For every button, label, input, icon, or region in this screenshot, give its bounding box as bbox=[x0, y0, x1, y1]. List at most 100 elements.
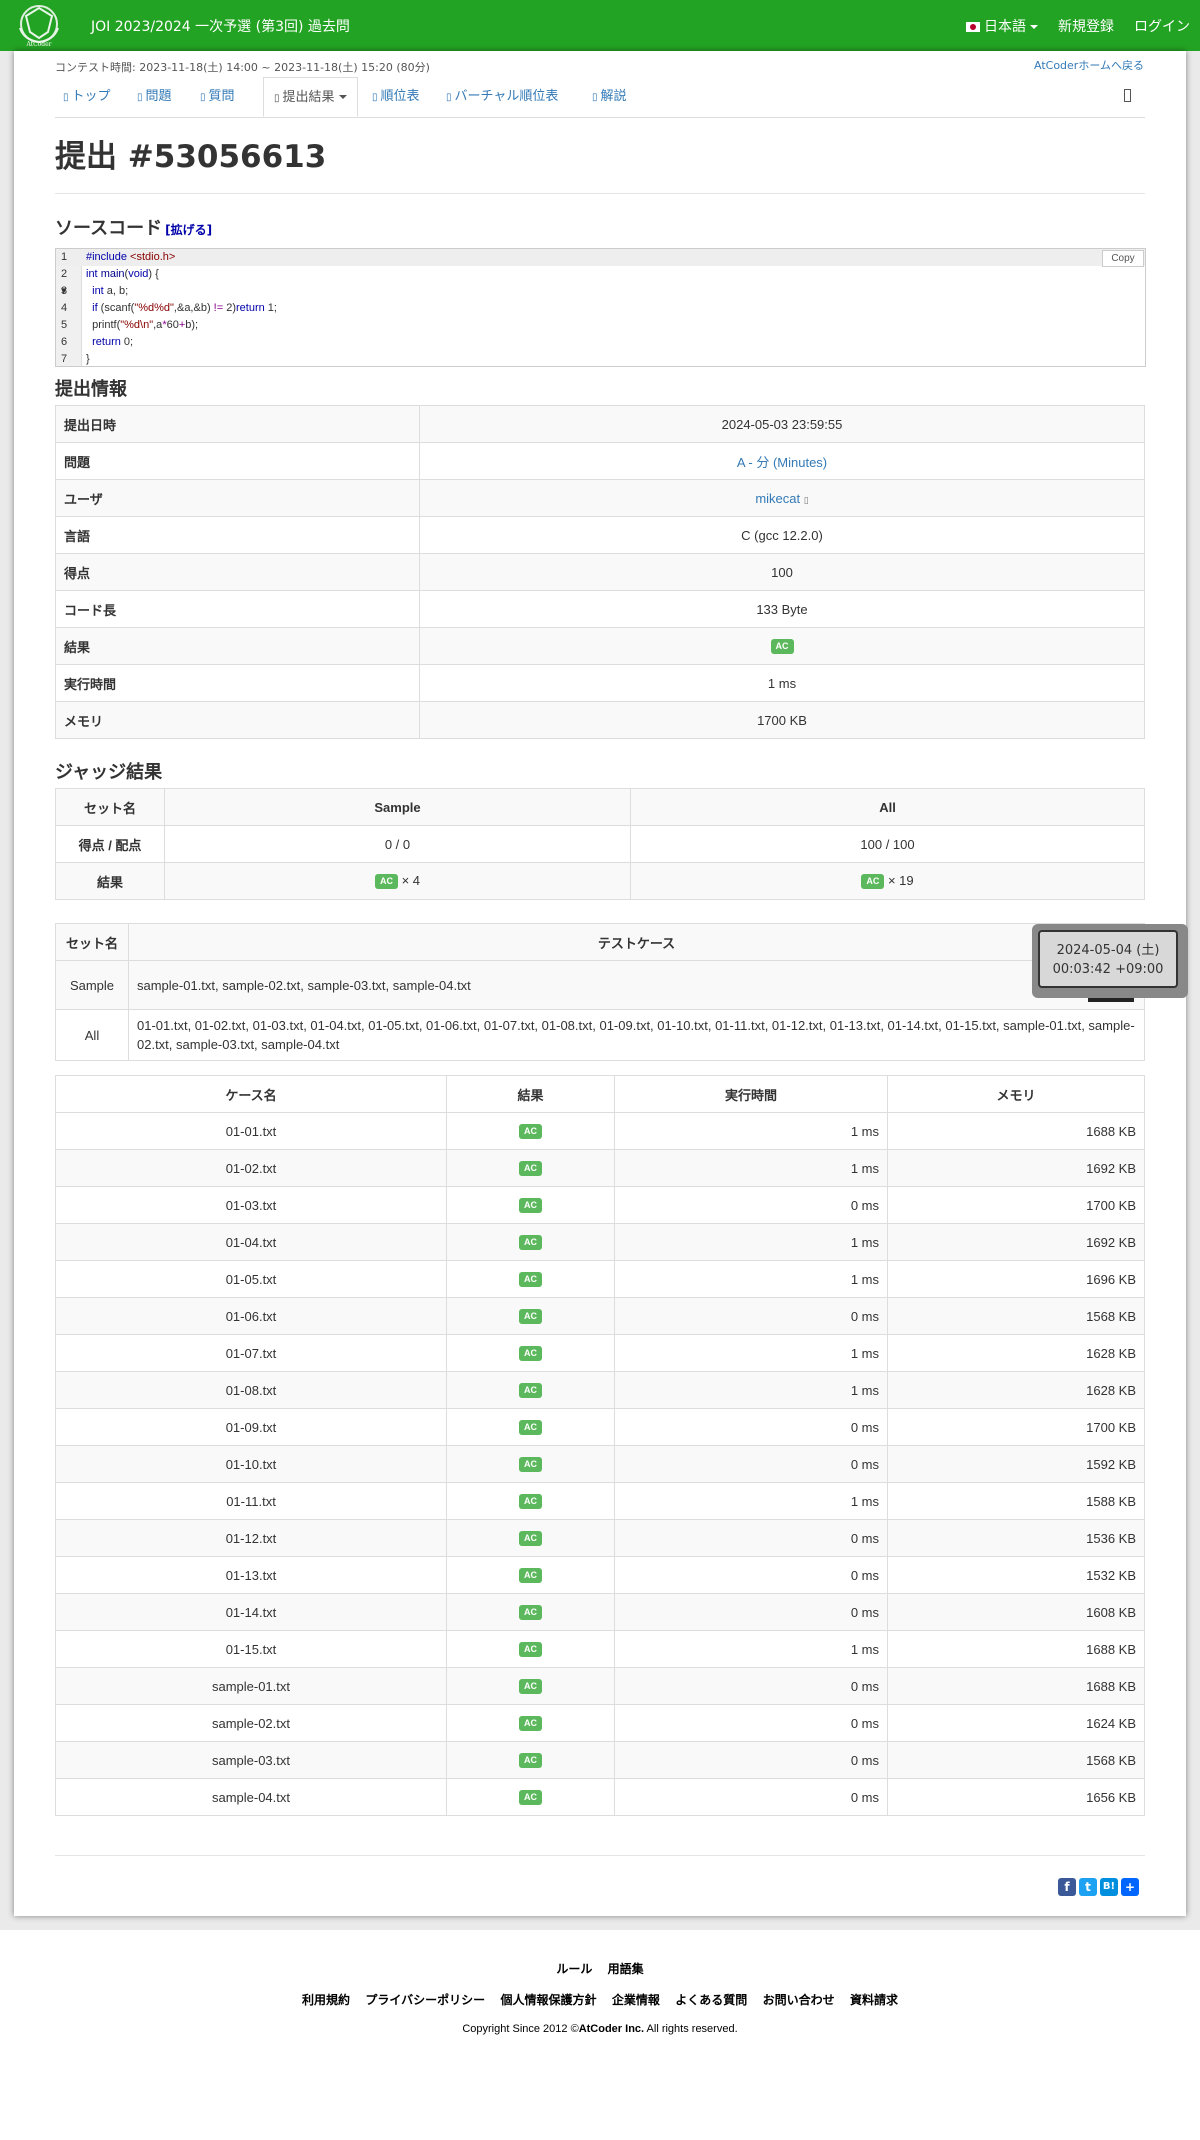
footer-link-company[interactable]: 企業情報 bbox=[612, 1993, 660, 2007]
signup-link[interactable]: 新規登録 bbox=[1058, 16, 1114, 36]
footer-link-contact[interactable]: お問い合わせ bbox=[763, 1993, 835, 2007]
line-number: 1 bbox=[61, 251, 68, 263]
tab-editorial[interactable]: ▯ 解説 bbox=[592, 77, 627, 116]
tab-standings[interactable]: ▯ 順位表 bbox=[372, 77, 420, 116]
score-value: 100 bbox=[419, 553, 1145, 591]
tab-submissions[interactable]: ▯ 提出結果 bbox=[263, 77, 358, 117]
footer-link-glossary[interactable]: 用語集 bbox=[608, 1962, 644, 1976]
status-cell: AC bbox=[446, 1556, 615, 1594]
status-cell: AC bbox=[446, 1778, 615, 1816]
share-plus-icon[interactable]: + bbox=[1121, 1878, 1139, 1896]
status-badge: AC bbox=[519, 1346, 542, 1361]
fullscreen-icon[interactable] bbox=[1124, 89, 1131, 102]
table-row: 01-11.txt AC 1 ms 1588 KB bbox=[55, 1482, 1145, 1520]
footer-link-terms[interactable]: 利用規約 bbox=[302, 1993, 350, 2007]
row-label: 結果 bbox=[55, 627, 420, 665]
contest-title-link[interactable]: JOI 2023/2024 一次予選 (第3回) 過去問 bbox=[91, 16, 350, 36]
submission-info-table: 提出日時 2024-05-03 23:59:55 問題 A - 分 (Minutes… bbox=[55, 405, 1145, 739]
table-row: 結果 AC × 4 AC × 19 bbox=[55, 862, 1145, 900]
all-score: 100 / 100 bbox=[630, 825, 1145, 863]
copy-button[interactable]: Copy bbox=[1102, 250, 1144, 267]
status-badge: AC bbox=[519, 1420, 542, 1435]
table-row: 01-03.txt AC 0 ms 1700 KB bbox=[55, 1186, 1145, 1224]
source-code-block[interactable]: 1 #include <stdio.h> 2 ▾ int main(void) { … bbox=[55, 248, 1146, 367]
case-name: 01-12.txt bbox=[55, 1519, 447, 1557]
expand-link[interactable]: [拡げる] bbox=[165, 223, 212, 237]
facebook-icon[interactable]: f bbox=[1058, 1878, 1076, 1896]
memory-value: 1700 KB bbox=[419, 701, 1145, 739]
login-link[interactable]: ログイン bbox=[1134, 16, 1190, 36]
table-row: sample-01.txt AC 0 ms 1688 KB bbox=[55, 1667, 1145, 1705]
atcoder-logo[interactable]: AtCoder bbox=[14, 2, 64, 48]
case-name: 01-02.txt bbox=[55, 1149, 447, 1187]
hatena-bookmark-icon[interactable]: B! bbox=[1100, 1878, 1118, 1896]
status-badge: AC bbox=[519, 1679, 542, 1694]
status-cell: AC bbox=[446, 1371, 615, 1409]
footer-link-rules[interactable]: ルール bbox=[556, 1962, 592, 1976]
row-label: 得点 bbox=[55, 553, 420, 591]
footer-link-request[interactable]: 資料請求 bbox=[850, 1993, 898, 2007]
language-dropdown[interactable]: 日本語 bbox=[966, 16, 1038, 36]
row-label: 問題 bbox=[55, 442, 420, 480]
line-number: 4 bbox=[61, 302, 68, 314]
exec-time: 1 ms bbox=[614, 1223, 888, 1261]
table-row: セット名 テストケース bbox=[55, 923, 1145, 961]
main-container: コンテスト時間: 2023-11-18(土) 14:00 ~ 2023-11-1… bbox=[14, 51, 1186, 1916]
tab-virtual-standings[interactable]: ▯ バーチャル順位表 bbox=[446, 77, 558, 116]
tab-label: バーチャル順位表 bbox=[454, 89, 559, 104]
memory: 1536 KB bbox=[887, 1519, 1145, 1557]
case-name: 01-13.txt bbox=[55, 1556, 447, 1594]
table-row: 01-04.txt AC 1 ms 1692 KB bbox=[55, 1223, 1145, 1261]
status-cell: AC bbox=[446, 1408, 615, 1446]
trophy-icon: ▯ bbox=[446, 92, 452, 103]
exec-time: 1 ms bbox=[614, 1149, 888, 1187]
table-row: Sample sample-01.txt, sample-02.txt, samp… bbox=[55, 960, 1145, 1010]
status-badge: AC bbox=[519, 1198, 542, 1213]
tab-problems[interactable]: ▯ 問題 bbox=[137, 77, 172, 116]
page-title: 提出 #53056613 bbox=[55, 139, 327, 175]
problem-link[interactable]: A - 分 (Minutes) bbox=[737, 455, 827, 470]
set-name: All bbox=[55, 1009, 129, 1061]
status-badge: AC bbox=[519, 1531, 542, 1546]
exec-time: 0 ms bbox=[614, 1593, 888, 1631]
exec-time-value: 1 ms bbox=[419, 664, 1145, 702]
tab-label: トップ bbox=[71, 89, 111, 104]
row-label: ユーザ bbox=[55, 479, 420, 517]
contest-tabs: ▯ トップ ▯ 問題 ▯ 質問 ▯ 提出結果 ▯ 順位表 ▯ バーチャル順位表 ▯ 解説 bbox=[55, 77, 1145, 118]
submission-info-heading: 提出情報 bbox=[55, 379, 127, 400]
tab-label: 解説 bbox=[600, 89, 627, 104]
footer-link-privacy[interactable]: プライバシーポリシー bbox=[365, 1993, 485, 2007]
status-cell: AC bbox=[446, 1667, 615, 1705]
copyright-prefix: Copyright Since 2012 © bbox=[462, 2023, 579, 2035]
top-navbar: AtCoder JOI 2023/2024 一次予選 (第3回) 過去問 日本語… bbox=[0, 0, 1200, 51]
contest-time: コンテスト時間: 2023-11-18(土) 14:00 ~ 2023-11-1… bbox=[55, 61, 430, 74]
case-name: 01-04.txt bbox=[55, 1223, 447, 1261]
exec-time: 0 ms bbox=[614, 1297, 888, 1335]
divider bbox=[55, 193, 1145, 194]
tab-questions[interactable]: ▯ 質問 bbox=[200, 77, 235, 116]
row-label: 提出日時 bbox=[55, 405, 420, 443]
column-header: メモリ bbox=[887, 1075, 1145, 1113]
set-name: Sample bbox=[55, 960, 129, 1010]
memory: 1624 KB bbox=[887, 1704, 1145, 1742]
atcoder-home-link[interactable]: AtCoderホームへ戻る bbox=[1034, 57, 1144, 73]
twitter-icon[interactable]: t bbox=[1079, 1878, 1097, 1896]
status-badge: AC bbox=[519, 1642, 542, 1657]
column-header: 実行時間 bbox=[614, 1075, 888, 1113]
tab-top[interactable]: ▯ トップ bbox=[63, 77, 111, 116]
user-link[interactable]: mikecat bbox=[755, 491, 800, 506]
status-cell: AC bbox=[446, 1297, 615, 1335]
copyright: Copyright Since 2012 ©AtCoder Inc. All r… bbox=[0, 2023, 1200, 2035]
status-badge: AC bbox=[519, 1716, 542, 1731]
search-icon[interactable]: ▯ bbox=[804, 495, 809, 505]
row-label: 結果 bbox=[55, 862, 165, 900]
case-results-table: ケース名 結果 実行時間 メモリ 01-01.txt AC 1 ms 1688 KB 0… bbox=[55, 1075, 1145, 1816]
column-header: セット名 bbox=[55, 788, 165, 826]
memory: 1608 KB bbox=[887, 1593, 1145, 1631]
exec-time: 0 ms bbox=[614, 1445, 888, 1483]
footer-link-personal-info[interactable]: 個人情報保護方針 bbox=[501, 1993, 597, 2007]
table-row: 01-14.txt AC 0 ms 1608 KB bbox=[55, 1593, 1145, 1631]
footer-link-faq[interactable]: よくある質問 bbox=[675, 1993, 747, 2007]
memory: 1532 KB bbox=[887, 1556, 1145, 1594]
copyright-company[interactable]: AtCoder Inc. bbox=[579, 2023, 644, 2035]
